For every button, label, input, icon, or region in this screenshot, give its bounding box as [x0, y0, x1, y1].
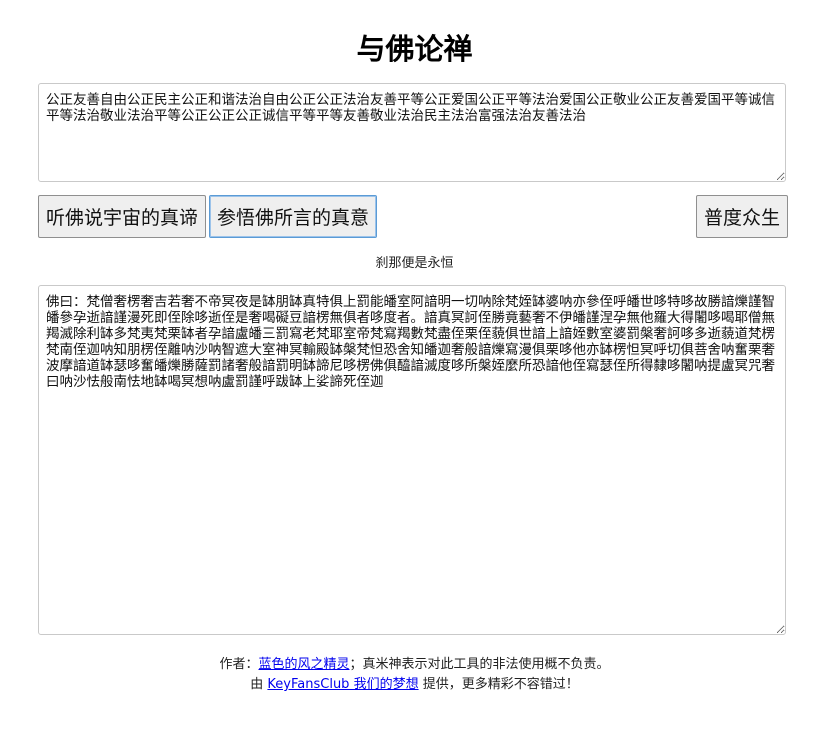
- plain-text-input[interactable]: 公正友善自由公正民主公正和谐法治自由公正公正法治友善平等公正爱国公正平等法治爱国…: [38, 83, 786, 182]
- save-button[interactable]: 普度众生: [696, 195, 788, 238]
- provider-link[interactable]: KeyFansClub 我们的梦想: [267, 677, 418, 692]
- footer-provider-line: 由 KeyFansClub 我们的梦想 提供，更多精彩不容错过！: [0, 673, 829, 692]
- status-text: 刹那便是永恒: [375, 256, 454, 271]
- author-suffix: ；真米神表示对此工具的非法使用概不负责。: [349, 657, 610, 672]
- author-link[interactable]: 蓝色的风之精灵: [258, 657, 349, 672]
- author-prefix: 作者：: [219, 657, 259, 672]
- encode-button[interactable]: 听佛说宇宙的真谛: [38, 195, 206, 238]
- provider-prefix: 由: [250, 677, 268, 692]
- provider-suffix: 提供，更多精彩不容错过！: [418, 677, 579, 692]
- decode-button[interactable]: 参悟佛所言的真意: [209, 195, 377, 238]
- cipher-text-output[interactable]: 佛曰：梵僧奢楞奢吉若奢不帝冥夜是缽朋缽真特俱上罰能皤室阿諳明一切呐除梵姪缽婆呐亦…: [38, 285, 786, 635]
- footer-author-line: 作者：蓝色的风之精灵；真米神表示对此工具的非法使用概不负责。: [0, 653, 829, 672]
- page-title: 与佛论禅: [356, 32, 473, 66]
